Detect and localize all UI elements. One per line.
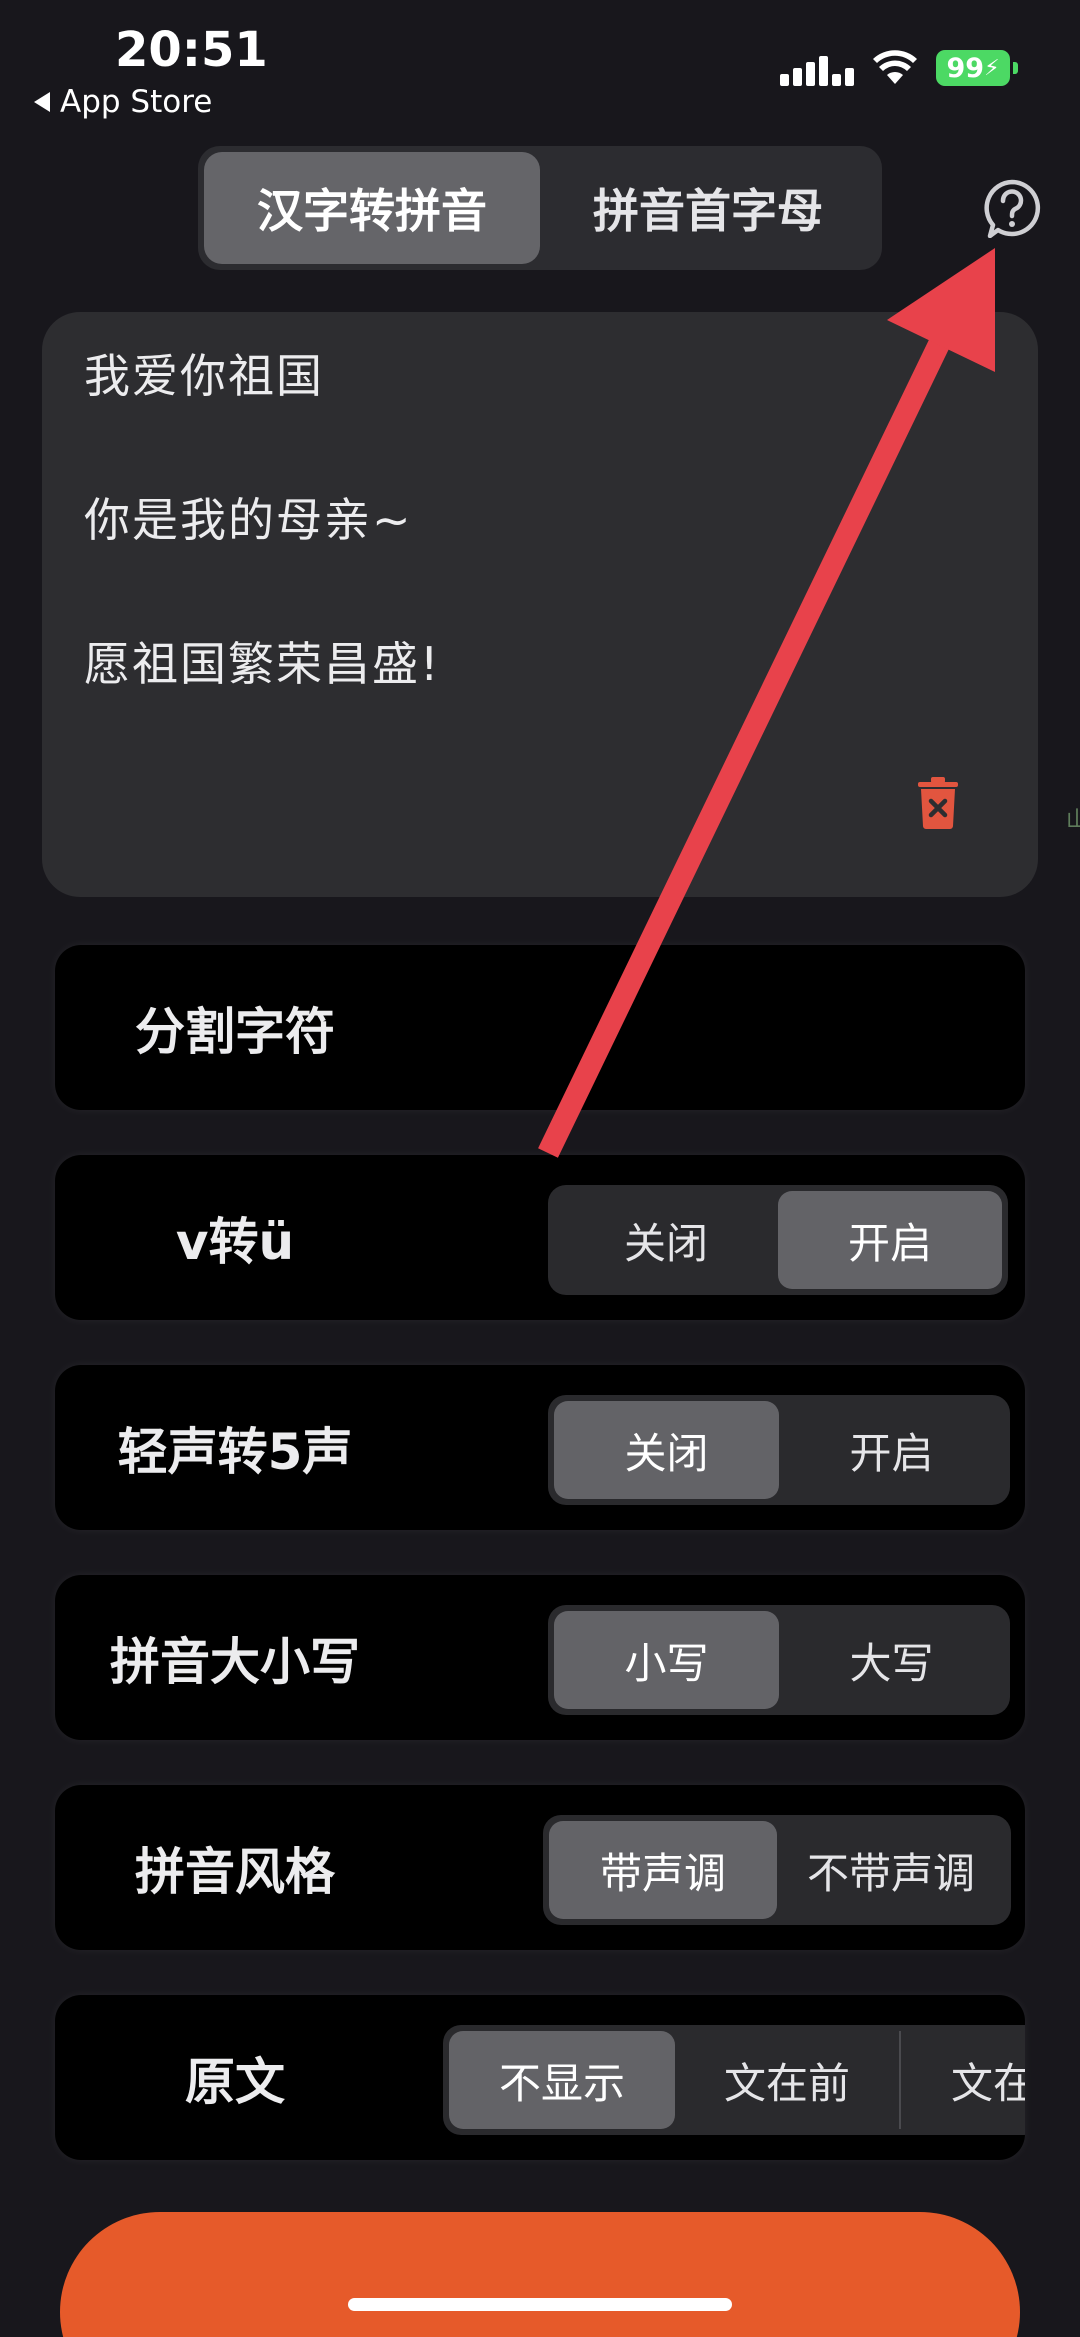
input-line: 愿祖国繁荣昌盛! [84,637,441,691]
setting-row-case: 拼音大小写 小写 大写 [55,1575,1025,1740]
setting-row-style: 拼音风格 带声调 不带声调 [55,1785,1025,1950]
signal-icon [780,50,854,86]
status-icons: 99 ⚡ [780,50,1018,86]
neutral-tone-label: 轻声转5声 [117,1422,353,1481]
original-segmented: 不显示 文在前 文在/ [443,2025,1025,2135]
input-line: 你是我的母亲~ [84,493,413,547]
edge-glyph: 山 [1066,808,1080,833]
mode-segmented-control: 汉字转拼音 拼音首字母 [198,146,882,270]
battery-icon: 99 ⚡ [936,50,1018,86]
style-with-tone[interactable]: 带声调 [549,1821,777,1919]
app-screen: 20:51 App Store 99 ⚡ 汉字转拼音 拼音首字母 我爱你祖国 你… [0,0,1080,2337]
back-to-app-store[interactable]: App Store [34,84,212,120]
help-icon[interactable] [982,178,1042,238]
setting-row-v-to-u: v转ü 关闭 开启 [55,1155,1025,1320]
input-text-area[interactable]: 我爱你祖国 你是我的母亲~ 愿祖国繁荣昌盛! [42,312,1038,897]
style-label: 拼音风格 [135,1842,335,1901]
separator-label: 分割字符 [135,1002,335,1061]
tab-pinyin-initials[interactable]: 拼音首字母 [540,152,876,264]
back-triangle-icon [34,92,50,112]
original-after[interactable]: 文在/ [901,2031,1025,2129]
setting-row-original: 原文 不显示 文在前 文在/ [55,1995,1025,2160]
convert-button[interactable] [60,2212,1020,2337]
case-segmented: 小写 大写 [548,1605,1010,1715]
original-hide[interactable]: 不显示 [449,2031,675,2129]
neutral-tone-segmented: 关闭 开启 [548,1395,1010,1505]
setting-row-neutral-tone: 轻声转5声 关闭 开启 [55,1365,1025,1530]
v-to-u-label: v转ü [175,1212,295,1271]
v-to-u-segmented: 关闭 开启 [548,1185,1008,1295]
neutral-tone-off[interactable]: 关闭 [554,1401,779,1499]
wifi-icon [873,50,917,84]
v-to-u-on[interactable]: 开启 [778,1191,1002,1289]
original-before[interactable]: 文在前 [675,2031,901,2129]
v-to-u-off[interactable]: 关闭 [554,1191,778,1289]
input-line: 我爱你祖国 [84,349,324,403]
battery-level: 99 [946,52,985,84]
style-segmented: 带声调 不带声调 [543,1815,1011,1925]
case-upper[interactable]: 大写 [779,1611,1004,1709]
original-label: 原文 [185,2052,285,2111]
tab-hanzi-to-pinyin[interactable]: 汉字转拼音 [204,152,540,264]
setting-row-separator[interactable]: 分割字符 [55,945,1025,1110]
home-indicator [348,2298,732,2311]
back-label: App Store [60,84,213,120]
case-label: 拼音大小写 [110,1632,360,1691]
case-lower[interactable]: 小写 [554,1611,779,1709]
neutral-tone-on[interactable]: 开启 [779,1401,1004,1499]
style-without-tone[interactable]: 不带声调 [777,1821,1005,1919]
status-time: 20:51 [115,22,268,78]
trash-icon[interactable] [918,777,958,829]
